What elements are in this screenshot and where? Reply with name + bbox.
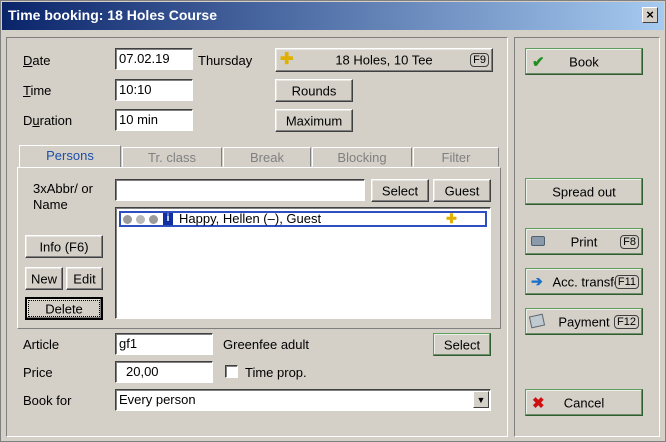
tab-persons[interactable]: Persons [19,145,121,167]
plus-icon: ✚ [446,211,457,226]
tab-blocking[interactable]: Blocking [312,147,412,167]
book-for-label: Book for [23,393,72,408]
f9-key-badge: F9 [470,53,489,67]
cancel-button[interactable]: ✖ Cancel [525,389,643,416]
person-select-button[interactable]: Select [371,179,429,202]
edit-button[interactable]: Edit [66,267,103,290]
article-label: Article [23,337,60,352]
close-button[interactable]: × [642,7,658,23]
article-select-button[interactable]: Select [433,333,491,356]
weekday-label: Thursday [198,53,253,68]
article-description: Greenfee adult [223,337,310,352]
duration-field[interactable]: 10 min [115,109,193,131]
spread-out-button[interactable]: Spread out [525,178,643,205]
new-button[interactable]: New [25,267,63,290]
holes-tee-button[interactable]: ✚ 18 Holes, 10 Tee F9 [275,48,493,72]
f8-key-badge: F8 [620,234,639,249]
f12-key-badge: F12 [614,314,639,329]
status-dot-icon [149,215,158,224]
book-button[interactable]: ✔ Book [525,48,643,75]
status-dot-icon [123,215,132,224]
list-item[interactable]: i Happy, Hellen (–), Guest ✚ [119,211,487,227]
price-label: Price [23,365,53,380]
time-label: Time [23,83,52,98]
duration-label: Duration [23,113,73,128]
person-name: Happy, Hellen (–), Guest [179,211,322,226]
person-search-input[interactable] [115,179,365,201]
window-title: Time booking: 18 Holes Course [8,7,218,23]
payment-button[interactable]: Payment F12 [525,308,643,335]
info-button[interactable]: Info (F6) [25,235,103,258]
person-list[interactable]: i Happy, Hellen (–), Guest ✚ [115,207,491,319]
time-field[interactable]: 10:10 [115,79,193,101]
guest-button[interactable]: Guest [433,179,491,202]
date-field[interactable]: 07.02.19 [115,48,193,70]
price-field[interactable]: 20,00 [115,361,213,383]
maximum-button[interactable]: Maximum [275,109,353,132]
search-label-line1: 3xAbbr/ or [33,181,93,196]
rounds-button[interactable]: Rounds [275,79,353,102]
status-dot-icon [136,215,145,224]
f11-key-badge: F11 [614,274,639,289]
time-prop-checkbox[interactable] [225,365,238,378]
tab-filter[interactable]: Filter [413,147,499,167]
tab-tr-class[interactable]: Tr. class [122,147,222,167]
info-icon: i [163,213,173,225]
date-label: Date [23,53,51,68]
article-field[interactable]: gf1 [115,333,213,355]
book-for-select[interactable]: Every person ▼ [115,389,491,411]
dropdown-arrow-icon[interactable]: ▼ [473,391,489,408]
time-booking-window: Time booking: 18 Holes Course × Date 07.… [0,0,666,442]
search-label-line2: Name [33,197,68,212]
tab-break[interactable]: Break [223,147,311,167]
time-prop-label: Time prop. [245,365,307,380]
title-bar: Time booking: 18 Holes Course × [2,2,664,30]
acc-transfer-button[interactable]: ➔ Acc. transfer F11 [525,268,643,295]
print-button[interactable]: Print F8 [525,228,643,255]
delete-button[interactable]: Delete [25,297,103,320]
